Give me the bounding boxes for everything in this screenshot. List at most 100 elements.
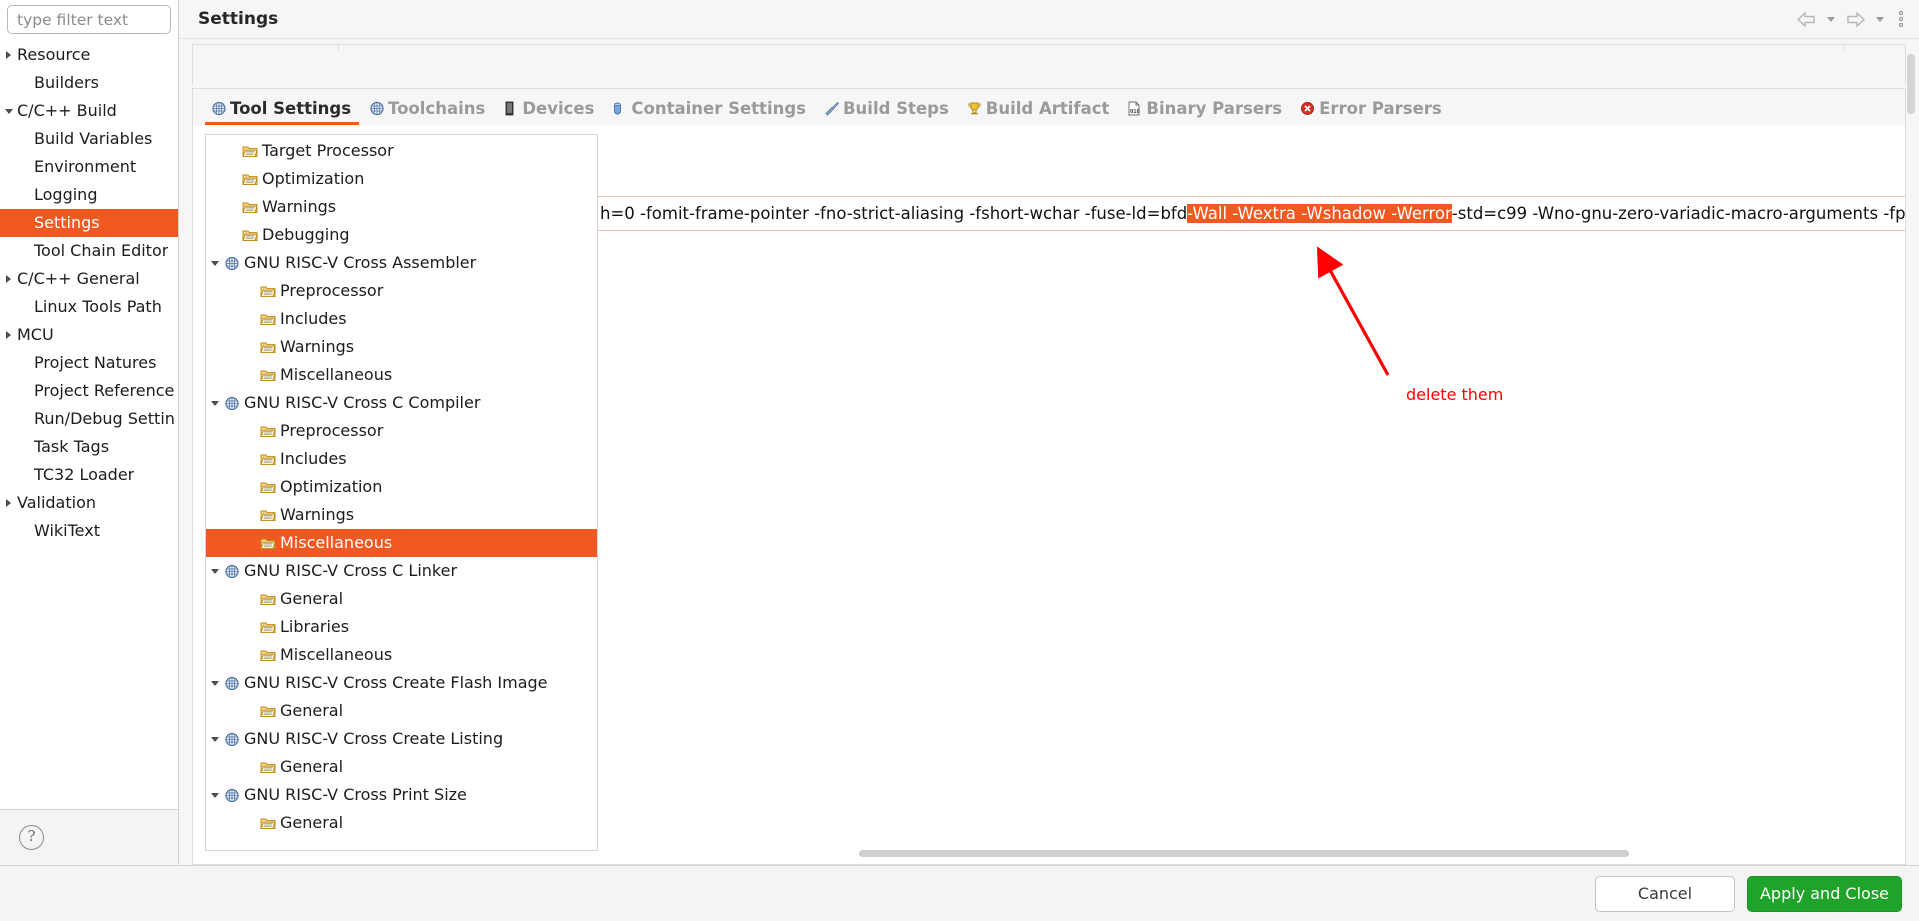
tab-tool-settings[interactable]: Tool Settings [203, 92, 361, 125]
tool-tree-item-label: Optimization [262, 169, 365, 188]
configuration-tab-stub [338, 45, 1845, 50]
sidebar-item-validation[interactable]: Validation [0, 489, 178, 517]
collapse-chevron-down-icon[interactable] [206, 680, 224, 686]
help-question-icon[interactable]: ? [19, 825, 44, 850]
tool-tree-item[interactable]: Preprocessor [206, 417, 597, 445]
sidebar-item-tool-chain-editor[interactable]: Tool Chain Editor [0, 237, 178, 265]
tool-tree-item[interactable]: GNU RISC-V Cross Create Flash Image [206, 669, 597, 697]
tool-tree-item[interactable]: Miscellaneous [206, 641, 597, 669]
collapse-chevron-down-icon[interactable] [206, 792, 224, 798]
apply-and-close-button[interactable]: Apply and Close [1747, 875, 1902, 912]
sidebar-item-task-tags[interactable]: Task Tags [0, 433, 178, 461]
header-toolbar [1797, 0, 1907, 38]
tool-tree-item[interactable]: GNU RISC-V Cross Create Listing [206, 725, 597, 753]
pane-vertical-scrollbar[interactable] [1907, 46, 1917, 861]
tool-tree-item[interactable]: Includes [206, 305, 597, 333]
collapse-chevron-down-icon[interactable] [206, 568, 224, 574]
other-flags-input[interactable]: h=0 -fomit-frame-pointer -fno-strict-ali… [598, 196, 1905, 231]
expand-chevron-right-icon[interactable] [0, 275, 17, 283]
container-icon [612, 101, 628, 117]
horizontal-scrollbar[interactable] [598, 850, 1905, 859]
sidebar-item-run-debug-settings[interactable]: Run/Debug Settings [0, 405, 178, 433]
back-arrow-icon[interactable] [1797, 11, 1816, 27]
tool-tree-item-label: General [280, 589, 344, 608]
sidebar-item-environment[interactable]: Environment [0, 153, 178, 181]
sidebar-item-linux-tools-path[interactable]: Linux Tools Path [0, 293, 178, 321]
sidebar-item-resource[interactable]: Resource [0, 41, 178, 69]
tab-container-settings[interactable]: Container Settings [604, 92, 816, 125]
sidebar-item-project-references[interactable]: Project References [0, 377, 178, 405]
tab-build-artifact[interactable]: Build Artifact [959, 92, 1120, 125]
tab-toolchains[interactable]: Toolchains [361, 92, 495, 125]
folder-icon [242, 144, 259, 158]
tool-tree-item-label: GNU RISC-V Cross C Linker [244, 561, 458, 580]
tab-binary-parsers[interactable]: 010 Binary Parsers [1119, 92, 1292, 125]
forward-history-chevron-down-icon[interactable] [1876, 16, 1884, 22]
horizontal-scrollbar-thumb[interactable] [859, 850, 1629, 857]
sidebar-item-builders[interactable]: Builders [0, 69, 178, 97]
tab-label: Build Artifact [985, 99, 1110, 118]
tool-tree-item[interactable]: General [206, 585, 597, 613]
tool-tree-item[interactable]: Optimization [206, 473, 597, 501]
tool-tree-item[interactable]: General [206, 809, 597, 837]
tool-tree-item[interactable]: Libraries [206, 613, 597, 641]
back-history-chevron-down-icon[interactable] [1827, 16, 1835, 22]
sidebar-item-project-natures[interactable]: Project Natures [0, 349, 178, 377]
sidebar-item-label: C/C++ General [17, 269, 140, 288]
tool-tree-item-label: GNU RISC-V Cross C Compiler [244, 393, 481, 412]
collapse-chevron-down-icon[interactable] [206, 260, 224, 266]
binary-parsers-icon: 010 [1127, 101, 1143, 117]
tool-tree-item[interactable]: Warnings [206, 501, 597, 529]
tab-devices[interactable]: Devices [495, 92, 604, 125]
collapse-chevron-down-icon[interactable] [206, 400, 224, 406]
collapse-chevron-down-icon[interactable] [0, 108, 17, 114]
tool-tree-item[interactable]: Optimization [206, 165, 597, 193]
sidebar-item-build-variables[interactable]: Build Variables [0, 125, 178, 153]
devices-icon [503, 101, 519, 117]
tool-tree-item[interactable]: GNU RISC-V Cross Assembler [206, 249, 597, 277]
collapse-chevron-down-icon[interactable] [206, 736, 224, 742]
expand-chevron-right-icon[interactable] [0, 499, 17, 507]
toolchains-icon [369, 101, 385, 117]
tool-tree-item[interactable]: Includes [206, 445, 597, 473]
tool-tree-item[interactable]: General [206, 753, 597, 781]
sidebar-item-mcu[interactable]: MCU [0, 321, 178, 349]
tab-content: Target Processor Optimization Warnings Debu… [193, 125, 1905, 864]
tool-tree-item[interactable]: Preprocessor [206, 277, 597, 305]
tool-tree-container[interactable]: Target Processor Optimization Warnings Debu… [205, 134, 598, 851]
tool-tree-item-label: General [280, 813, 344, 832]
folder-icon [260, 704, 277, 718]
tool-tree-item[interactable]: Debugging [206, 221, 597, 249]
tool-tree-item[interactable]: GNU RISC-V Cross C Linker [206, 557, 597, 585]
folder-icon [260, 592, 277, 606]
sidebar-item-settings[interactable]: Settings [0, 209, 178, 237]
error-parsers-icon [1300, 101, 1316, 117]
filter-input[interactable] [7, 5, 171, 34]
sidebar-item-c-c-build[interactable]: C/C++ Build [0, 97, 178, 125]
tool-tree-item[interactable]: Target Processor [206, 137, 597, 165]
sidebar-item-logging[interactable]: Logging [0, 181, 178, 209]
sidebar-item-c-c-general[interactable]: C/C++ General [0, 265, 178, 293]
tool-tree-item[interactable]: GNU RISC-V Cross Print Size [206, 781, 597, 809]
sidebar-item-tc32-loader[interactable]: TC32 Loader [0, 461, 178, 489]
tab-label: Build Steps [842, 99, 949, 118]
tool-tree-item[interactable]: Warnings [206, 193, 597, 221]
forward-arrow-icon[interactable] [1846, 11, 1865, 27]
tool-tree-item[interactable]: General [206, 697, 597, 725]
tab-build-steps[interactable]: Build Steps [816, 92, 959, 125]
pane-vertical-scrollbar-thumb[interactable] [1907, 54, 1915, 114]
expand-chevron-right-icon[interactable] [0, 51, 17, 59]
kebab-menu-icon[interactable] [1895, 11, 1907, 27]
tool-tree-item[interactable]: Warnings [206, 333, 597, 361]
sidebar-item-label: Environment [34, 157, 137, 176]
tool-tree-item[interactable]: GNU RISC-V Cross C Compiler [206, 389, 597, 417]
sidebar-item-wikitext[interactable]: WikiText [0, 517, 178, 545]
cancel-button[interactable]: Cancel [1595, 875, 1735, 912]
tool-tree-item[interactable]: Miscellaneous [206, 361, 597, 389]
tool-icon [224, 564, 241, 579]
tab-error-parsers[interactable]: Error Parsers [1292, 92, 1452, 125]
folder-icon [260, 424, 277, 438]
expand-chevron-right-icon[interactable] [0, 331, 17, 339]
tool-tree-item[interactable]: Miscellaneous [206, 529, 597, 557]
tool-tree-item-label: Debugging [262, 225, 350, 244]
